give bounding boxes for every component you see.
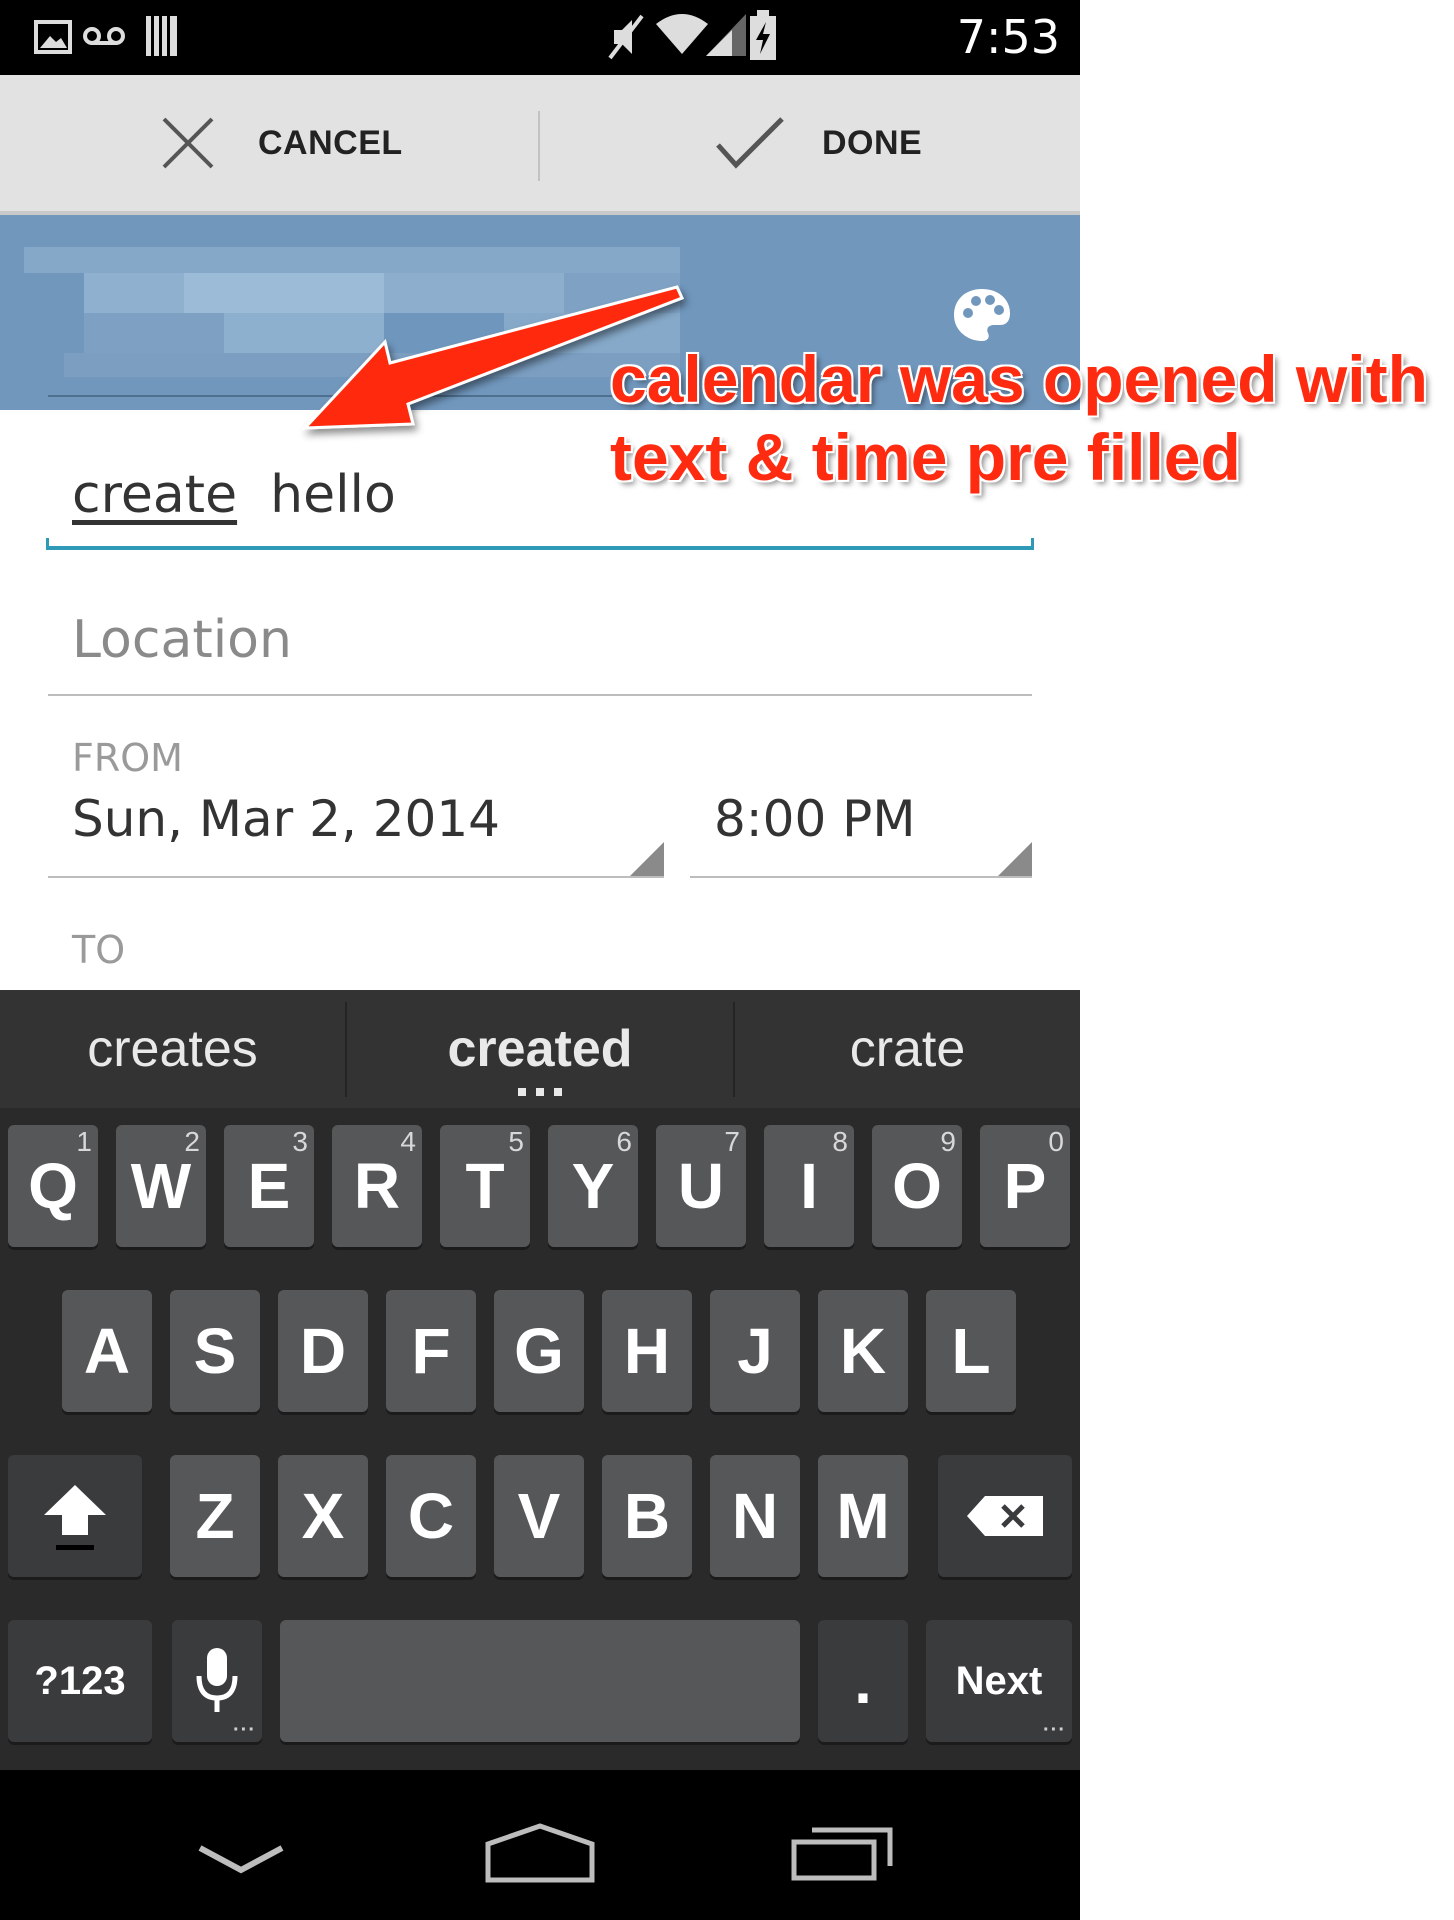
title-field-underline xyxy=(46,538,1034,550)
spinner-corner-icon xyxy=(628,842,664,878)
key-k[interactable]: K xyxy=(818,1290,908,1412)
key-t[interactable]: T5 xyxy=(440,1125,530,1247)
space-bar[interactable] xyxy=(280,1620,800,1742)
suggestion-strip: creates created crate xyxy=(0,990,1080,1108)
key-j[interactable]: J xyxy=(710,1290,800,1412)
next-key-label: Next xyxy=(955,1659,1043,1703)
key-x[interactable]: X xyxy=(278,1455,368,1577)
recent-apps-icon[interactable] xyxy=(790,1826,894,1882)
symbols-key[interactable]: ?123 xyxy=(8,1620,152,1742)
home-icon[interactable] xyxy=(484,1822,596,1884)
key-y[interactable]: Y6 xyxy=(548,1125,638,1247)
keyboard-row-1: Q1 W2 E3 R4 T5 Y6 U7 I8 O9 P0 xyxy=(0,1125,1080,1250)
signal-icon xyxy=(706,14,746,56)
key-v[interactable]: V xyxy=(494,1455,584,1577)
key-n[interactable]: N xyxy=(710,1455,800,1577)
key-d[interactable]: D xyxy=(278,1290,368,1412)
key-m[interactable]: M xyxy=(818,1455,908,1577)
cancel-label: CANCEL xyxy=(258,123,403,162)
more-options-icon: ··· xyxy=(233,1719,256,1741)
backspace-icon xyxy=(967,1496,1043,1536)
from-time-value: 8:00 PM xyxy=(714,790,916,848)
location-underline xyxy=(48,694,1032,696)
key-w[interactable]: W2 xyxy=(116,1125,206,1247)
key-c[interactable]: C xyxy=(386,1455,476,1577)
voice-input-key[interactable]: ··· xyxy=(172,1620,262,1742)
cancel-button[interactable]: CANCEL xyxy=(160,75,403,211)
suggestion-creates[interactable]: creates xyxy=(0,990,345,1108)
from-date-spinner[interactable]: Sun, Mar 2, 2014 xyxy=(48,780,664,880)
more-options-icon: ··· xyxy=(1043,1719,1066,1741)
palette-icon[interactable] xyxy=(950,285,1014,345)
key-u[interactable]: U7 xyxy=(656,1125,746,1247)
navigation-bar xyxy=(0,1770,1080,1920)
period-key[interactable]: . xyxy=(818,1620,908,1742)
next-key[interactable]: Next ··· xyxy=(926,1620,1072,1742)
to-label: TO xyxy=(72,928,126,972)
battery-charging-icon xyxy=(750,10,776,60)
voicemail-icon xyxy=(83,27,125,45)
from-time-underline xyxy=(690,876,1032,878)
status-bar: 7:53 xyxy=(0,0,1080,75)
wifi-icon xyxy=(656,14,708,54)
check-icon xyxy=(716,117,784,169)
blurred-calendar-name xyxy=(24,247,680,377)
keyboard-row-2: A S D F G H J K L xyxy=(0,1290,1080,1415)
key-r[interactable]: R4 xyxy=(332,1125,422,1247)
action-bar-divider xyxy=(538,111,540,181)
key-e[interactable]: E3 xyxy=(224,1125,314,1247)
muted-icon xyxy=(608,14,644,60)
shift-icon xyxy=(44,1485,106,1550)
title-rest-text: hello xyxy=(270,465,396,525)
location-field[interactable]: Location xyxy=(46,600,1034,695)
annotation-text: calendar was opened with text & time pre… xyxy=(610,340,1440,496)
keyboard-row-3: Z X C V B N M xyxy=(0,1455,1080,1580)
from-date-underline xyxy=(48,876,664,878)
back-hide-keyboard-icon[interactable] xyxy=(196,1842,286,1876)
from-time-spinner[interactable]: 8:00 PM xyxy=(690,780,1032,880)
key-h[interactable]: H xyxy=(602,1290,692,1412)
status-time: 7:53 xyxy=(956,10,1060,64)
key-a[interactable]: A xyxy=(62,1290,152,1412)
annotation-line-2: text & time pre filled xyxy=(610,420,1241,494)
from-label: FROM xyxy=(72,736,183,780)
key-b[interactable]: B xyxy=(602,1455,692,1577)
done-label: DONE xyxy=(822,123,923,162)
action-bar: CANCEL DONE xyxy=(0,75,1080,215)
annotation-line-1: calendar was opened with xyxy=(610,342,1428,416)
calendar-underline xyxy=(48,395,680,397)
from-date-value: Sun, Mar 2, 2014 xyxy=(72,790,500,848)
done-button[interactable]: DONE xyxy=(714,75,922,211)
microphone-icon xyxy=(196,1648,238,1712)
key-q[interactable]: Q1 xyxy=(8,1125,98,1247)
key-o[interactable]: O9 xyxy=(872,1125,962,1247)
key-l[interactable]: L xyxy=(926,1290,1016,1412)
key-p[interactable]: P0 xyxy=(980,1125,1070,1247)
key-f[interactable]: F xyxy=(386,1290,476,1412)
suggestion-crate[interactable]: crate xyxy=(735,990,1080,1108)
keyboard-row-4: ?123 ··· . Next ··· xyxy=(0,1620,1080,1745)
image-icon xyxy=(34,20,72,54)
key-g[interactable]: G xyxy=(494,1290,584,1412)
shift-key[interactable] xyxy=(8,1455,142,1577)
key-s[interactable]: S xyxy=(170,1290,260,1412)
spinner-corner-icon xyxy=(996,842,1032,878)
key-z[interactable]: Z xyxy=(170,1455,260,1577)
close-icon xyxy=(162,117,214,169)
title-composing-word: create xyxy=(72,465,238,525)
barcode-icon xyxy=(146,16,177,56)
location-placeholder: Location xyxy=(72,610,292,670)
soft-keyboard: creates created crate Q1 W2 E3 R4 T5 Y6 … xyxy=(0,990,1080,1770)
delete-key[interactable] xyxy=(938,1455,1072,1577)
phone-screen: 7:53 CANCEL DONE create hello Location F… xyxy=(0,0,1080,1920)
key-i[interactable]: I8 xyxy=(764,1125,854,1247)
more-suggestions-icon[interactable] xyxy=(518,1088,562,1098)
